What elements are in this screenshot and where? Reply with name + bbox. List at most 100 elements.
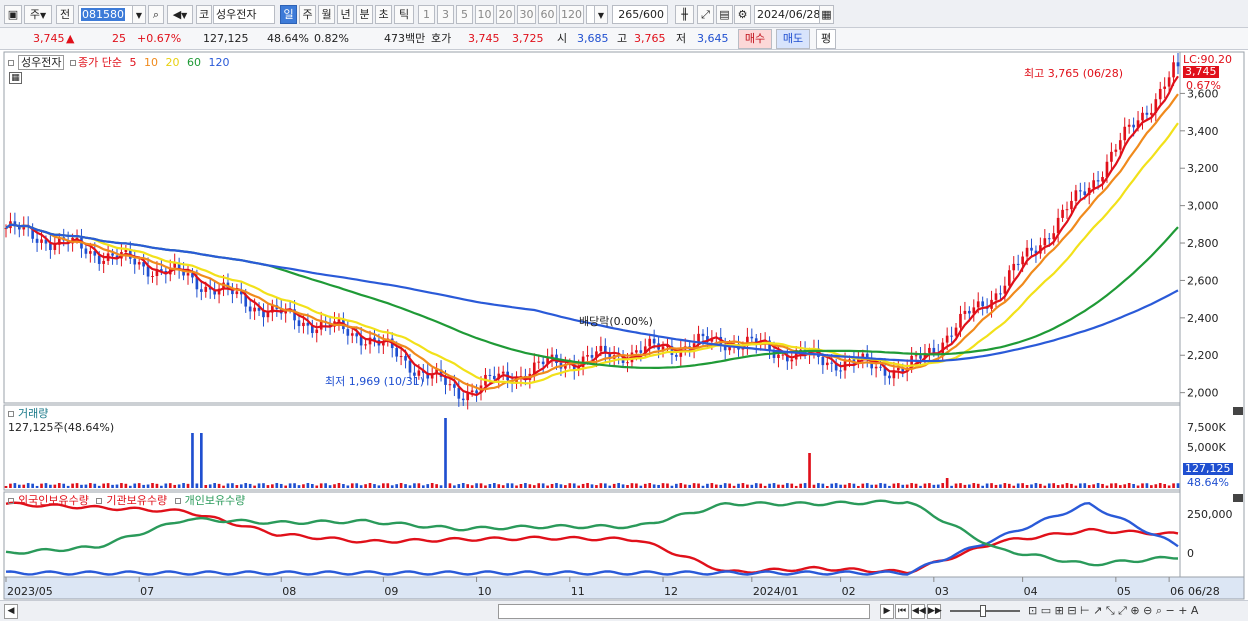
period-week[interactable]: 주: [299, 5, 316, 24]
scroll-left-icon[interactable]: ◀: [4, 604, 18, 619]
zoom-slider-handle[interactable]: [980, 605, 986, 617]
volume-bar: [435, 484, 438, 488]
volume-bar: [550, 483, 554, 488]
ma-label[interactable]: 종가 단순: [78, 56, 122, 69]
interval-3[interactable]: 3: [437, 5, 454, 24]
save-icon[interactable]: ▤: [716, 5, 733, 24]
institution-holdings-label[interactable]: 기관보유수량: [106, 494, 167, 507]
volume-bar: [546, 485, 549, 488]
buy-button[interactable]: 매수: [738, 29, 772, 49]
price-pane-title[interactable]: 성우전자: [18, 55, 65, 70]
volume-bar: [346, 485, 350, 488]
candle-body: [501, 371, 505, 374]
speaker-icon[interactable]: ◀▼: [167, 5, 193, 24]
volume-bar: [324, 483, 327, 488]
volume-bar: [160, 485, 163, 488]
code-dropdown-icon[interactable]: ▼: [132, 5, 146, 24]
low-price: 3,645: [697, 32, 729, 45]
period-tick[interactable]: 틱: [394, 5, 414, 24]
volume-bar: [883, 483, 887, 488]
volume-bar: [1074, 485, 1078, 488]
candle-body: [346, 329, 350, 336]
window-icon[interactable]: ▣: [4, 5, 22, 24]
volume-bar: [759, 483, 763, 488]
volume-bar: [648, 483, 652, 488]
interval-120[interactable]: 120: [559, 5, 584, 24]
interval-dropdown-icon[interactable]: ▼: [594, 5, 608, 24]
individual-holdings-label[interactable]: 개인보유수량: [185, 494, 246, 507]
volume-bar: [350, 483, 354, 488]
chart-scrollbar[interactable]: ◀ ▶ ⏮ ◀◀ ▶▶ ⊡ ▭ ⊞ ⊟ ⊢ ↗ ⤡ ⤢ ⊕ ⊖ ⌕ − + A: [0, 600, 1248, 621]
volume-bar: [164, 483, 168, 488]
interval-1[interactable]: 1: [418, 5, 435, 24]
price-y-tick-label: 2,000: [1187, 387, 1219, 400]
volume-bar: [519, 484, 523, 488]
scroll-right-icon[interactable]: ▶: [880, 604, 894, 619]
volume-bar: [710, 483, 714, 488]
volume-bar: [31, 483, 34, 488]
drawing-tools-icon[interactable]: ⊡ ▭ ⊞ ⊟ ⊢ ↗ ⤡ ⤢ ⊕ ⊖ ⌕ − + A: [1028, 604, 1198, 618]
interval-30[interactable]: 30: [517, 5, 536, 24]
period-day[interactable]: 일: [280, 5, 297, 24]
candle-body: [137, 262, 141, 265]
settings-gear-icon[interactable]: ⚙: [734, 5, 751, 24]
code-prefix: 코: [196, 5, 212, 24]
stock-chart[interactable]: 3,600 3,400 3,200 3,000 2,800 2,600 2,400 2,200…: [0, 50, 1248, 600]
scroll-thumb[interactable]: [498, 604, 870, 619]
volume-pane-close-icon[interactable]: [1233, 407, 1243, 415]
volume-bar: [870, 484, 874, 488]
volume-bar: [794, 485, 798, 488]
volume-bar: [746, 484, 749, 488]
volume-bar: [213, 483, 216, 488]
interval-5[interactable]: 5: [456, 5, 473, 24]
prev-button[interactable]: 전: [56, 5, 74, 24]
open-price: 3,685: [577, 32, 609, 45]
interval-60[interactable]: 60: [538, 5, 557, 24]
candle-body: [1012, 263, 1016, 271]
first-page-icon[interactable]: ⏮: [895, 604, 909, 619]
search-icon[interactable]: ⌕: [148, 5, 164, 24]
volume-bar: [879, 483, 882, 488]
volume-bar: [89, 483, 92, 488]
candle-body: [586, 355, 589, 357]
candle-body: [302, 322, 305, 327]
candle-body: [968, 310, 971, 314]
calendar-icon[interactable]: ▦: [819, 5, 834, 24]
grid-toggle-icon[interactable]: ▦: [9, 72, 22, 84]
volume-bar: [786, 483, 789, 488]
interval-20[interactable]: 20: [496, 5, 515, 24]
price-y-tick-label: 2,400: [1187, 312, 1219, 325]
volume-bar: [737, 483, 740, 488]
avg-button[interactable]: 평: [816, 29, 836, 49]
holdings-pane-close-icon[interactable]: [1233, 494, 1243, 502]
sell-button[interactable]: 매도: [776, 29, 810, 49]
ask-price: 3,745: [468, 32, 500, 45]
bar-count-field[interactable]: 265/600: [612, 5, 668, 24]
period-minute[interactable]: 분: [356, 5, 373, 24]
candle-body: [395, 348, 398, 357]
candle-body: [204, 286, 208, 292]
candle-body: [750, 336, 754, 339]
volume-bar: [857, 485, 860, 488]
period-month[interactable]: 월: [318, 5, 335, 24]
volume-bar: [679, 483, 683, 488]
market-type-select[interactable]: 주▼: [24, 5, 52, 24]
prev-page-icon[interactable]: ◀◀: [911, 604, 926, 619]
volume-bar: [839, 484, 842, 488]
foreign-holdings-label[interactable]: 외국인보유수량: [18, 494, 89, 507]
candle-body: [102, 260, 105, 264]
volume-bar: [310, 483, 314, 488]
period-second[interactable]: 초: [375, 5, 392, 24]
period-year[interactable]: 년: [337, 5, 354, 24]
next-page-icon[interactable]: ▶▶: [927, 604, 942, 619]
indicator-icon[interactable]: ⤢: [697, 5, 714, 24]
volume-bar: [1061, 484, 1064, 488]
candle-body: [648, 338, 652, 347]
interval-10[interactable]: 10: [475, 5, 494, 24]
volume-bar: [1127, 483, 1131, 488]
volume-bar: [763, 485, 767, 488]
stock-name-field[interactable]: 성우전자: [213, 5, 275, 24]
price-y-tick-label: 2,200: [1187, 349, 1219, 362]
candle-type-icon[interactable]: ╫: [675, 5, 694, 24]
volume-bar: [612, 483, 616, 488]
